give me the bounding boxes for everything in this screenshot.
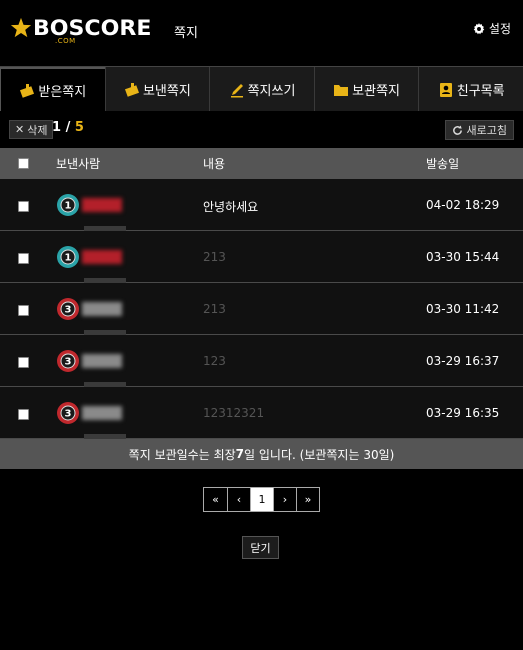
- toolbar: ✕ 삭제 1 / 5 새로고침: [0, 111, 523, 147]
- level-number: 1: [65, 253, 72, 264]
- tab-sent[interactable]: 보낸쪽지: [104, 67, 210, 112]
- page-total: 5: [74, 120, 84, 135]
- sender-nickname[interactable]: [82, 354, 122, 368]
- close-icon: ✕: [15, 123, 25, 136]
- header: BOSCORE .COM 쪽지 설정: [0, 0, 523, 66]
- table-row[interactable]: 3 123 03-29 16:37: [0, 335, 523, 388]
- logo-domain: .COM: [55, 37, 76, 45]
- tab-label: 보관쪽지: [352, 84, 400, 99]
- refresh-label: 새로고침: [466, 124, 507, 137]
- header-content: 내용: [203, 157, 226, 171]
- message-content[interactable]: 213: [203, 302, 226, 316]
- sender-nickname[interactable]: [82, 250, 122, 264]
- message-date: 04-02 18:29: [426, 198, 500, 212]
- contacts-icon: [439, 82, 452, 97]
- close-button[interactable]: 닫기: [242, 536, 279, 559]
- level-badge-icon: 1: [57, 246, 79, 268]
- header-date: 발송일: [426, 157, 460, 171]
- level-number: 1: [65, 201, 72, 212]
- sender-nickname[interactable]: [82, 302, 122, 316]
- folder-icon: [334, 84, 349, 96]
- level-number: 3: [65, 357, 72, 368]
- message-tabs: 받은쪽지 보낸쪽지 쪽지쓰기 보관쪽지 친구목록: [0, 66, 523, 112]
- logo-wordmark: BOSCORE: [33, 16, 152, 40]
- header-sender: 보낸사람: [56, 157, 101, 171]
- level-number: 3: [65, 409, 72, 420]
- settings-button[interactable]: 설정: [473, 20, 511, 37]
- level-badge-icon: 1: [57, 194, 79, 216]
- message-content[interactable]: 213: [203, 250, 226, 264]
- page-current: 1: [52, 120, 62, 135]
- next-page-button[interactable]: ›: [273, 488, 296, 511]
- notice-days: 7: [235, 447, 245, 461]
- message-list: 1 안녕하세요 04-02 18:29 1 213 03-30 15:44 3 …: [0, 179, 523, 440]
- last-page-button[interactable]: »: [296, 488, 319, 511]
- notice-text-before: 쪽지 보관일수는 최장: [128, 447, 236, 462]
- sender-nickname[interactable]: [82, 406, 122, 420]
- first-page-button[interactable]: «: [204, 488, 227, 511]
- star-icon: [10, 17, 32, 38]
- pencil-icon: [230, 83, 243, 97]
- settings-label: 설정: [488, 22, 511, 36]
- delete-label: 삭제: [27, 123, 48, 137]
- message-content[interactable]: 12312321: [203, 406, 264, 420]
- level-badge-icon: 3: [57, 350, 79, 372]
- sent-icon: [124, 82, 139, 97]
- tab-received[interactable]: 받은쪽지: [0, 67, 105, 112]
- sender-nickname[interactable]: [82, 198, 122, 212]
- page-title: 쪽지: [174, 26, 198, 41]
- received-icon: [20, 83, 35, 98]
- row-checkbox[interactable]: [18, 253, 29, 264]
- row-checkbox[interactable]: [18, 357, 29, 368]
- select-all-checkbox[interactable]: [18, 158, 29, 169]
- level-number: 3: [65, 305, 72, 316]
- message-date: 03-29 16:35: [426, 406, 500, 420]
- message-content[interactable]: 123: [203, 354, 226, 368]
- table-row[interactable]: 1 213 03-30 15:44: [0, 231, 523, 284]
- message-date: 03-30 15:44: [426, 250, 500, 264]
- tab-archive[interactable]: 보관쪽지: [313, 67, 419, 112]
- message-date: 03-29 16:37: [426, 354, 500, 368]
- page-separator: /: [61, 120, 75, 135]
- gear-icon: [473, 22, 485, 34]
- level-badge-icon: 3: [57, 298, 79, 320]
- tab-label: 친구목록: [456, 84, 505, 99]
- table-row[interactable]: 3 12312321 03-29 16:35: [0, 387, 523, 440]
- page-1-button[interactable]: 1: [250, 488, 273, 511]
- tab-label: 쪽지쓰기: [247, 84, 296, 99]
- tab-write[interactable]: 쪽지쓰기: [209, 67, 314, 112]
- tab-label: 받은쪽지: [38, 85, 87, 100]
- row-checkbox[interactable]: [18, 409, 29, 420]
- page-indicator: 1 / 5: [52, 120, 84, 135]
- tab-friends[interactable]: 친구목록: [418, 67, 523, 112]
- row-checkbox[interactable]: [18, 305, 29, 316]
- refresh-icon: [452, 124, 462, 135]
- pagination: « ‹ 1 › »: [203, 487, 320, 512]
- refresh-button[interactable]: 새로고침: [444, 120, 514, 140]
- retention-notice: 쪽지 보관일수는 최장 7일 입니다. (보관쪽지는 30일): [0, 439, 523, 469]
- table-header: 보낸사람 내용 발송일: [0, 148, 523, 179]
- notice-text-after: 일 입니다. (보관쪽지는 30일): [244, 447, 395, 462]
- boscore-logo[interactable]: BOSCORE .COM: [10, 16, 151, 45]
- prev-page-button[interactable]: ‹: [227, 488, 250, 511]
- row-checkbox[interactable]: [18, 201, 29, 212]
- message-date: 03-30 11:42: [426, 302, 500, 316]
- table-row[interactable]: 3 213 03-30 11:42: [0, 283, 523, 336]
- tab-label: 보낸쪽지: [142, 84, 191, 99]
- delete-button[interactable]: ✕ 삭제: [9, 120, 54, 139]
- message-content[interactable]: 안녕하세요: [203, 198, 258, 215]
- table-row[interactable]: 1 안녕하세요 04-02 18:29: [0, 179, 523, 232]
- level-badge-icon: 3: [57, 402, 79, 424]
